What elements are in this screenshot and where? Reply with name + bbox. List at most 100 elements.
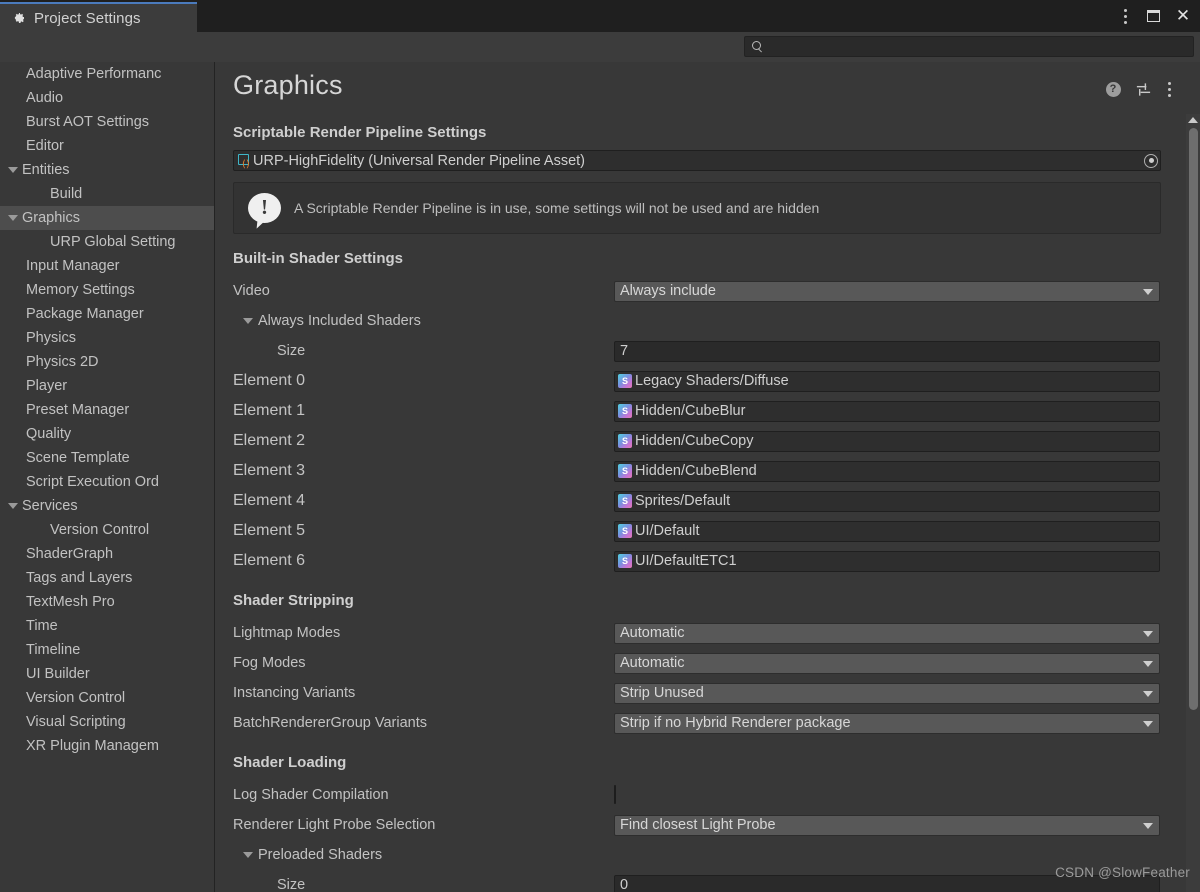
- srp-info-box: ! A Scriptable Render Pipeline is in use…: [233, 182, 1161, 234]
- sidebar-item-label: Script Execution Ord: [26, 474, 159, 490]
- sidebar-item-ui-builder[interactable]: UI Builder: [0, 662, 214, 686]
- shader-stripping-label: Lightmap Modes: [233, 625, 341, 641]
- sidebar-item-physics[interactable]: Physics: [0, 326, 214, 350]
- sidebar-item-physics-2d[interactable]: Physics 2D: [0, 350, 214, 374]
- sidebar-item-scene-template[interactable]: Scene Template: [0, 446, 214, 470]
- sidebar-item-label: Build: [50, 186, 83, 202]
- sidebar-item-adaptive-performanc[interactable]: Adaptive Performanc: [0, 62, 214, 86]
- sidebar-item-tags-and-layers[interactable]: Tags and Layers: [0, 566, 214, 590]
- shader-stripping-dropdown[interactable]: Automatic: [614, 622, 1160, 644]
- shader-stripping-value: Automatic: [620, 625, 685, 641]
- video-dropdown[interactable]: Always include: [614, 280, 1160, 302]
- shader-asset-icon: S: [618, 404, 632, 418]
- shader-element-field[interactable]: S Hidden/CubeBlend: [614, 460, 1160, 482]
- kebab-menu-icon: [1123, 8, 1127, 24]
- window-menu-button[interactable]: [1110, 0, 1140, 32]
- help-icon: ?: [1105, 81, 1121, 97]
- shader-asset-icon: S: [618, 494, 632, 508]
- sidebar-item-urp-global-setting[interactable]: URP Global Setting: [0, 230, 214, 254]
- sidebar-item-services[interactable]: Services: [0, 494, 214, 518]
- vertical-scrollbar[interactable]: [1186, 114, 1200, 892]
- scrollbar-thumb[interactable]: [1189, 128, 1198, 710]
- chevron-down-icon: [1143, 289, 1153, 295]
- log-shader-compilation-checkbox[interactable]: [614, 785, 616, 804]
- triangle-down-icon[interactable]: [8, 167, 18, 173]
- sidebar-item-input-manager[interactable]: Input Manager: [0, 254, 214, 278]
- preloaded-shaders-foldout[interactable]: Preloaded Shaders: [233, 840, 1161, 870]
- preloaded-size-label: Size: [277, 877, 306, 892]
- kebab-menu-icon: [1167, 81, 1171, 97]
- renderer-light-probe-dropdown[interactable]: Find closest Light Probe: [614, 814, 1160, 836]
- sidebar-item-textmesh-pro[interactable]: TextMesh Pro: [0, 590, 214, 614]
- search-input[interactable]: [763, 39, 1193, 54]
- preloaded-size-input[interactable]: 0: [614, 874, 1160, 892]
- row-preloaded-size: Size 0: [233, 870, 1161, 892]
- sidebar-item-preset-manager[interactable]: Preset Manager: [0, 398, 214, 422]
- sidebar-item-package-manager[interactable]: Package Manager: [0, 302, 214, 326]
- row-renderer-light-probe: Renderer Light Probe Selection Find clos…: [233, 810, 1161, 840]
- sidebar-item-timeline[interactable]: Timeline: [0, 638, 214, 662]
- sidebar-item-quality[interactable]: Quality: [0, 422, 214, 446]
- preset-button[interactable]: [1132, 78, 1154, 100]
- window-maximize-button[interactable]: [1138, 0, 1168, 32]
- log-shader-compilation-label: Log Shader Compilation: [233, 787, 389, 803]
- array-size-input[interactable]: 7: [614, 340, 1160, 362]
- search-box[interactable]: [744, 36, 1194, 57]
- close-icon: ✕: [1175, 5, 1191, 26]
- shader-stripping-dropdown[interactable]: Automatic: [614, 652, 1160, 674]
- shader-element-field[interactable]: S Legacy Shaders/Diffuse: [614, 370, 1160, 392]
- sidebar-item-label: Adaptive Performanc: [26, 66, 162, 82]
- preloaded-shaders-label: Preloaded Shaders: [258, 847, 383, 863]
- panel-menu-button[interactable]: [1158, 78, 1180, 100]
- shader-element-field[interactable]: S UI/DefaultETC1: [614, 550, 1160, 572]
- sidebar-item-shadergraph[interactable]: ShaderGraph: [0, 542, 214, 566]
- srp-asset-field[interactable]: () URP-HighFidelity (Universal Render Pi…: [233, 150, 1161, 171]
- sidebar-item-burst-aot-settings[interactable]: Burst AOT Settings: [0, 110, 214, 134]
- sidebar-item-version-control[interactable]: Version Control: [0, 518, 214, 542]
- sidebar-item-player[interactable]: Player: [0, 374, 214, 398]
- object-picker-icon[interactable]: [1144, 153, 1158, 168]
- help-button[interactable]: ?: [1102, 78, 1124, 100]
- shader-element-label: Element 0: [233, 372, 306, 389]
- shader-asset-icon: S: [618, 434, 632, 448]
- sidebar-item-graphics[interactable]: Graphics: [0, 206, 214, 230]
- always-included-shaders-foldout[interactable]: Always Included Shaders: [233, 306, 1161, 336]
- array-size-label: Size: [277, 343, 306, 359]
- window-title-bar: Project Settings ✕: [0, 0, 1200, 32]
- sidebar-item-label: Preset Manager: [26, 402, 130, 418]
- settings-sidebar[interactable]: Adaptive Performanc Audio Burst AOT Settin…: [0, 62, 215, 892]
- maximize-icon: [1146, 10, 1160, 22]
- triangle-down-icon[interactable]: [8, 503, 18, 509]
- sidebar-item-script-execution-ord[interactable]: Script Execution Ord: [0, 470, 214, 494]
- sidebar-item-label: Physics 2D: [26, 354, 99, 370]
- triangle-down-icon[interactable]: [8, 215, 18, 221]
- window-close-button[interactable]: ✕: [1168, 0, 1198, 32]
- shader-element-row: Element 1 S Hidden/CubeBlur: [233, 396, 1161, 426]
- scroll-up-arrow-icon[interactable]: [1188, 117, 1198, 123]
- sidebar-item-memory-settings[interactable]: Memory Settings: [0, 278, 214, 302]
- sidebar-item-audio[interactable]: Audio: [0, 86, 214, 110]
- sidebar-item-visual-scripting[interactable]: Visual Scripting: [0, 710, 214, 734]
- shader-element-field[interactable]: S Hidden/CubeBlur: [614, 400, 1160, 422]
- sidebar-item-version-control[interactable]: Version Control: [0, 686, 214, 710]
- shader-element-field[interactable]: S UI/Default: [614, 520, 1160, 542]
- tab-project-settings[interactable]: Project Settings: [0, 2, 197, 32]
- sidebar-item-editor[interactable]: Editor: [0, 134, 214, 158]
- shader-element-row: Element 6 S UI/DefaultETC1: [233, 546, 1161, 576]
- shader-element-field[interactable]: S Sprites/Default: [614, 490, 1160, 512]
- row-log-shader-compilation: Log Shader Compilation: [233, 780, 1161, 810]
- sidebar-item-build[interactable]: Build: [0, 182, 214, 206]
- sidebar-item-entities[interactable]: Entities: [0, 158, 214, 182]
- always-included-shaders-list: Element 0 S Legacy Shaders/Diffuse Element …: [233, 366, 1161, 576]
- sidebar-item-xr-plugin-managem[interactable]: XR Plugin Managem: [0, 734, 214, 758]
- renderer-light-probe-label: Renderer Light Probe Selection: [233, 817, 436, 833]
- info-bubble-icon: !: [248, 193, 281, 223]
- sidebar-item-time[interactable]: Time: [0, 614, 214, 638]
- shader-stripping-value: Strip if no Hybrid Renderer package: [620, 715, 851, 731]
- shader-stripping-dropdown[interactable]: Strip Unused: [614, 682, 1160, 704]
- shader-element-value: Hidden/CubeBlend: [635, 463, 757, 479]
- shader-element-field[interactable]: S Hidden/CubeCopy: [614, 430, 1160, 452]
- shader-stripping-dropdown[interactable]: Strip if no Hybrid Renderer package: [614, 712, 1160, 734]
- always-included-shaders-label: Always Included Shaders: [258, 313, 421, 329]
- shader-stripping-label: Fog Modes: [233, 655, 306, 671]
